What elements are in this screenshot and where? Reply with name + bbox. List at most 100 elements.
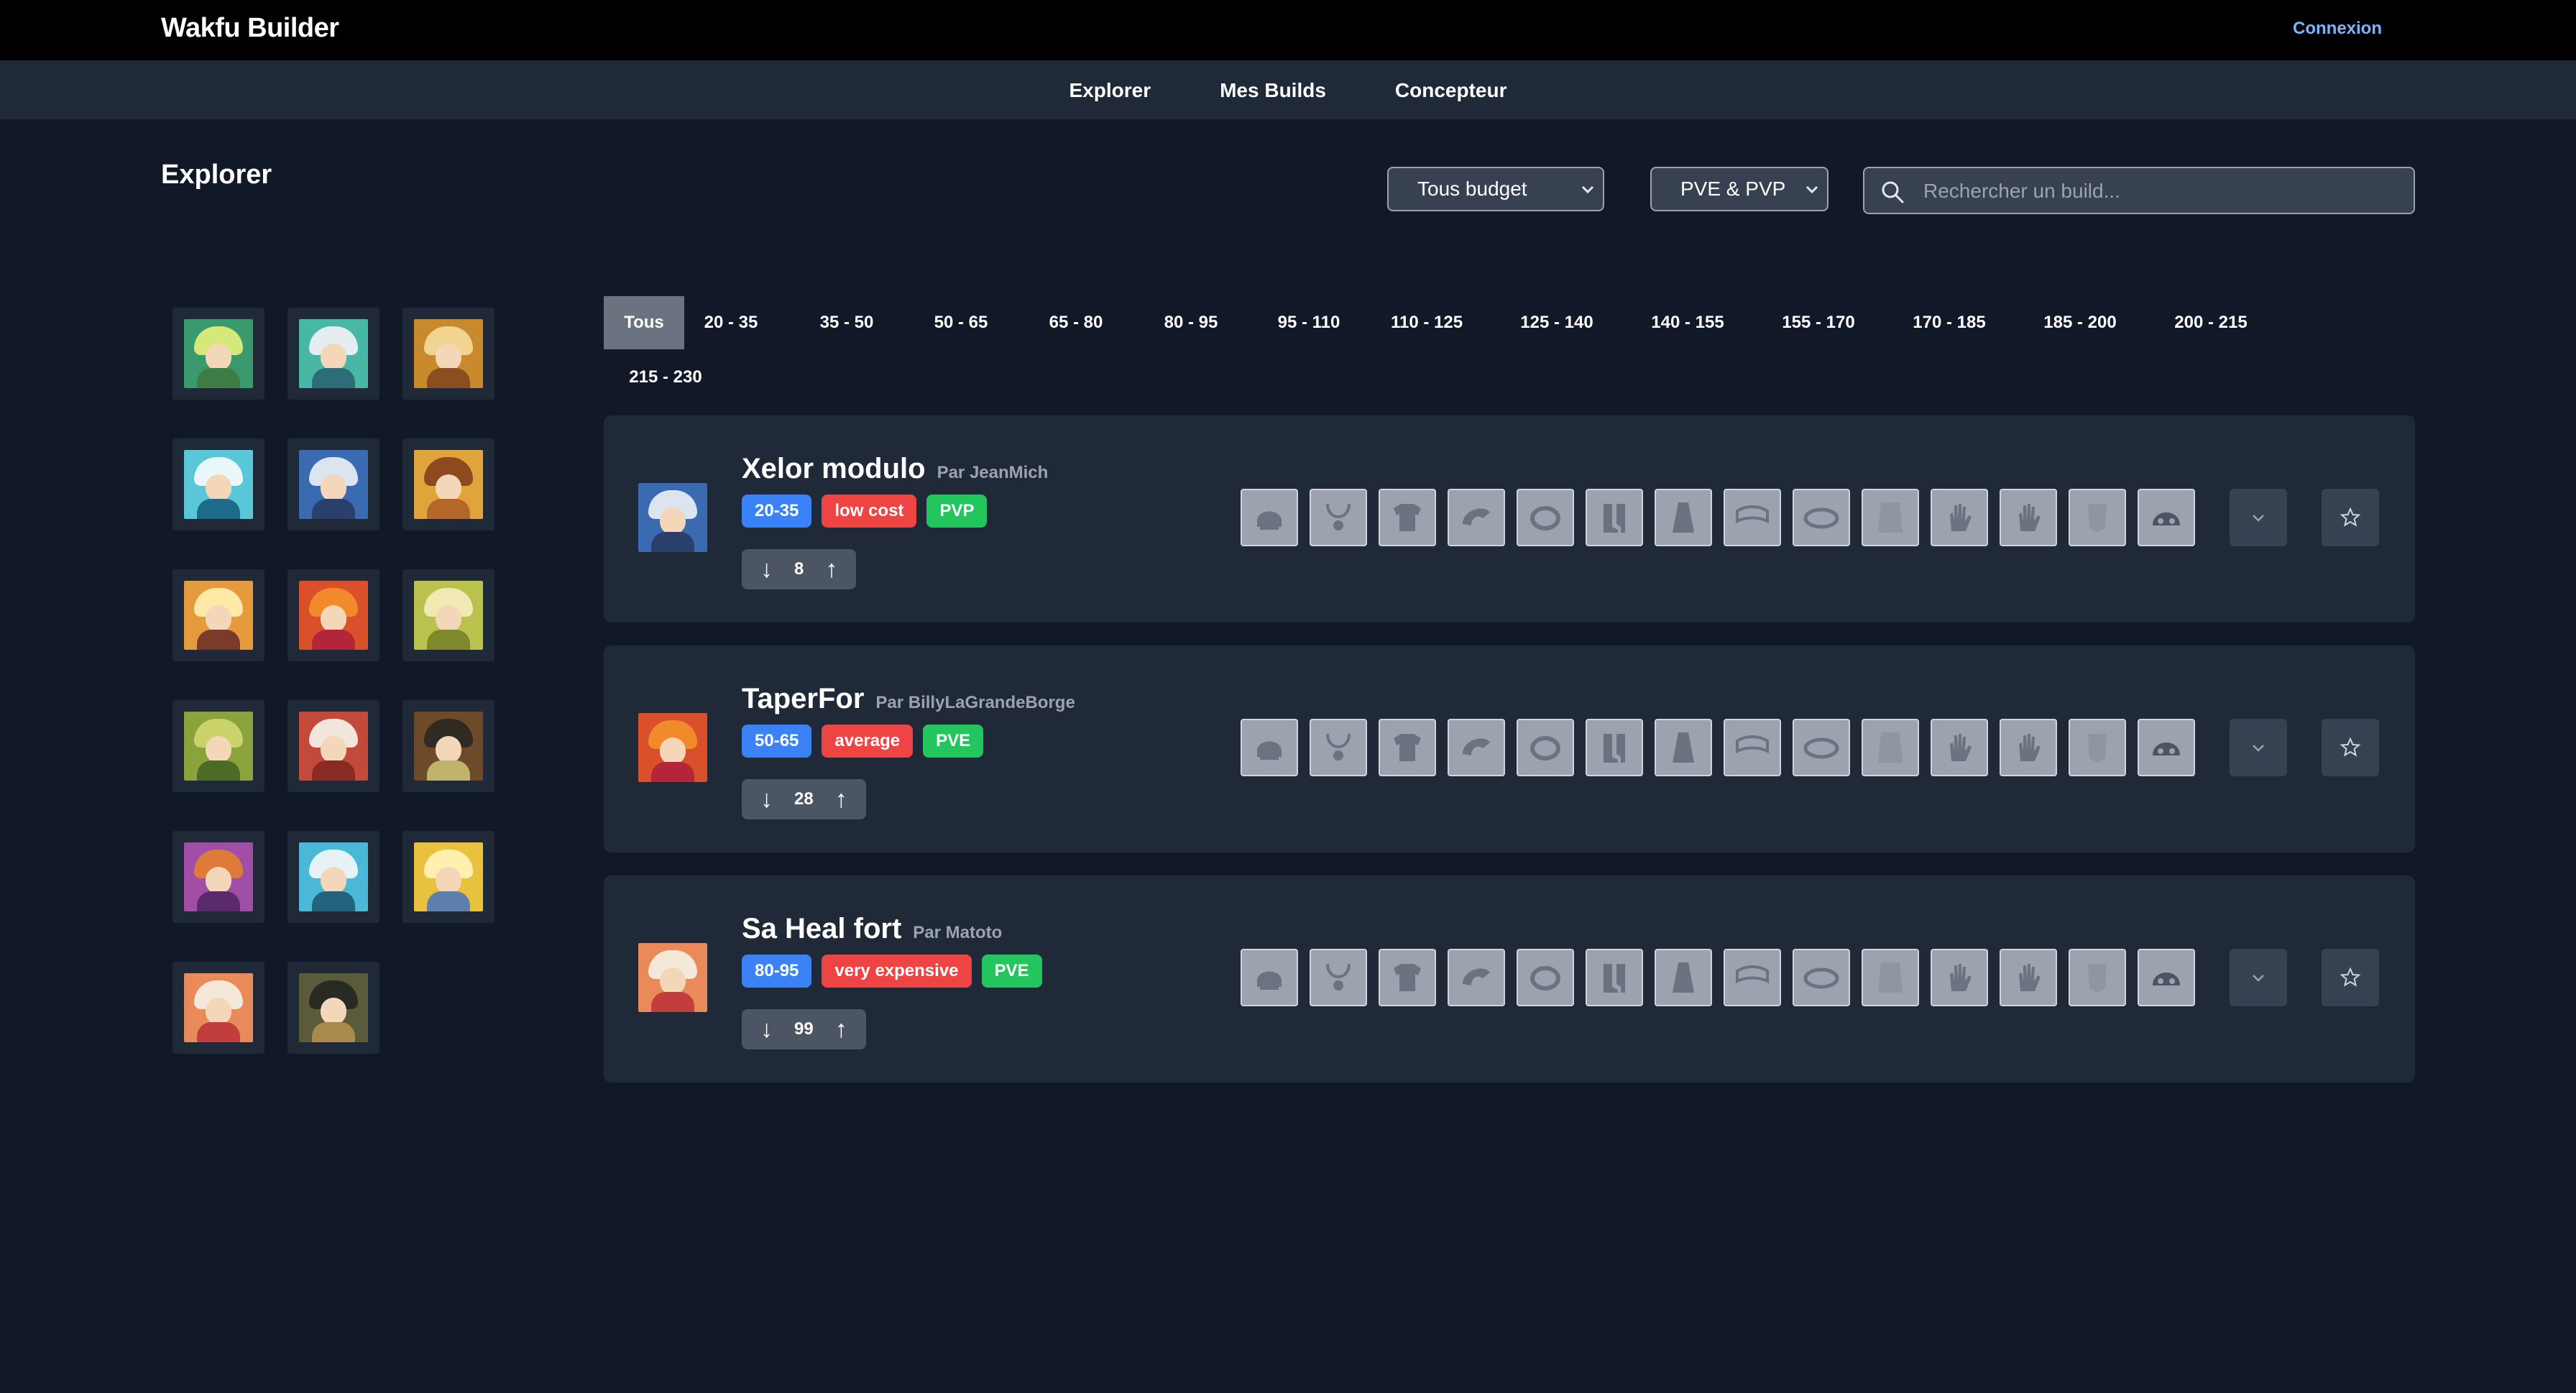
equipment-slot[interactable] [1655, 489, 1712, 546]
class-filter-3[interactable] [402, 308, 494, 400]
equipment-slot[interactable] [1724, 719, 1781, 776]
class-filter-9[interactable] [402, 569, 494, 661]
build-card[interactable]: TaperFor Par BillyLaGrandeBorge 50-65 avera… [604, 645, 2415, 852]
level-tab[interactable]: 170 - 185 [1903, 296, 1996, 349]
class-filter-13[interactable] [172, 831, 264, 923]
equipment-slot[interactable] [2000, 949, 2057, 1006]
login-link[interactable]: Connexion [2293, 19, 2382, 39]
equipment-slot[interactable] [1448, 489, 1505, 546]
level-tab[interactable]: 215 - 230 [604, 351, 727, 404]
downvote-arrow-icon[interactable]: ↓ [760, 1017, 773, 1042]
build-card[interactable]: Sa Heal fort Par Matoto 80-95 very expensiv… [604, 875, 2415, 1082]
favorite-button[interactable] [2322, 949, 2379, 1006]
equipment-slot[interactable] [2000, 489, 2057, 546]
build-name[interactable]: Sa Heal fort [742, 913, 901, 945]
equipment-slot[interactable] [1793, 949, 1850, 1006]
nav-explorer[interactable]: Explorer [1070, 79, 1151, 102]
equipment-slot[interactable] [1517, 719, 1574, 776]
equipment-slot[interactable] [2069, 489, 2126, 546]
equipment-slot[interactable] [1310, 489, 1367, 546]
level-tab[interactable]: 65 - 80 [1032, 296, 1120, 349]
equipment-slot[interactable] [1379, 719, 1436, 776]
equipment-slot[interactable] [1586, 949, 1643, 1006]
class-filter-6[interactable] [402, 438, 494, 530]
nav-my-builds[interactable]: Mes Builds [1220, 79, 1326, 102]
equipment-slot[interactable] [1517, 949, 1574, 1006]
nav-designer[interactable]: Concepteur [1395, 79, 1507, 102]
level-tab[interactable]: 125 - 140 [1510, 296, 1604, 349]
equipment-slot[interactable] [2000, 719, 2057, 776]
equipment-slot[interactable] [1793, 719, 1850, 776]
class-filter-4[interactable] [172, 438, 264, 530]
level-tab[interactable]: 35 - 50 [803, 296, 891, 349]
class-filter-8[interactable] [288, 569, 380, 661]
level-tab[interactable]: 140 - 155 [1641, 296, 1734, 349]
class-filter-17[interactable] [288, 962, 380, 1054]
equipment-slot[interactable] [1862, 489, 1919, 546]
class-filter-2[interactable] [288, 308, 380, 400]
expand-button[interactable] [2230, 719, 2287, 776]
equipment-slot[interactable] [2069, 949, 2126, 1006]
class-filter-14[interactable] [288, 831, 380, 923]
level-tab[interactable]: 185 - 200 [2033, 296, 2127, 349]
upvote-arrow-icon[interactable]: ↑ [835, 1017, 847, 1042]
equipment-slot[interactable] [1931, 489, 1988, 546]
equipment-slot[interactable] [1241, 949, 1298, 1006]
class-filter-11[interactable] [288, 700, 380, 792]
favorite-button[interactable] [2322, 719, 2379, 776]
level-tab[interactable]: 110 - 125 [1380, 296, 1473, 349]
equipment-slot[interactable] [2138, 719, 2195, 776]
equipment-slot[interactable] [1586, 489, 1643, 546]
search-input[interactable] [1922, 175, 2399, 207]
build-name[interactable]: Xelor modulo [742, 453, 926, 485]
equipment-slot[interactable] [1517, 489, 1574, 546]
upvote-arrow-icon[interactable]: ↑ [835, 787, 847, 812]
equipment-slot[interactable] [1655, 949, 1712, 1006]
equipment-slot[interactable] [1655, 719, 1712, 776]
level-tab[interactable]: Tous [604, 296, 684, 349]
equipment-slot[interactable] [1448, 949, 1505, 1006]
downvote-arrow-icon[interactable]: ↓ [760, 557, 773, 581]
equipment-slot[interactable] [2138, 949, 2195, 1006]
equipment-slot[interactable] [1931, 719, 1988, 776]
app-brand[interactable]: Wakfu Builder [161, 13, 339, 44]
equipment-slot[interactable] [1724, 949, 1781, 1006]
class-filter-12[interactable] [402, 700, 494, 792]
level-tab[interactable]: 80 - 95 [1147, 296, 1235, 349]
equipment-slot[interactable] [1793, 489, 1850, 546]
upvote-arrow-icon[interactable]: ↑ [825, 557, 837, 581]
budget-select[interactable]: Tous budget [1387, 167, 1604, 211]
equipment-slot[interactable] [1862, 719, 1919, 776]
class-filter-5[interactable] [288, 438, 380, 530]
level-tab[interactable]: 200 - 215 [2164, 296, 2258, 349]
build-card[interactable]: Xelor modulo Par JeanMich 20-35 low cost PVP… [604, 415, 2415, 622]
equipment-slot[interactable] [1448, 719, 1505, 776]
expand-button[interactable] [2230, 489, 2287, 546]
class-filter-7[interactable] [172, 569, 264, 661]
equipment-slot[interactable] [1241, 719, 1298, 776]
class-filter-16[interactable] [172, 962, 264, 1054]
equipment-slot[interactable] [1379, 489, 1436, 546]
class-filter-1[interactable] [172, 308, 264, 400]
equipment-slot[interactable] [1586, 719, 1643, 776]
class-filter-10[interactable] [172, 700, 264, 792]
level-tab[interactable]: 155 - 170 [1772, 296, 1865, 349]
equipment-slot[interactable] [2138, 489, 2195, 546]
mode-select[interactable]: PVE & PVP [1650, 167, 1828, 211]
class-filter-15[interactable] [402, 831, 494, 923]
level-tab[interactable]: 95 - 110 [1262, 296, 1356, 349]
equipment-slot[interactable] [1241, 489, 1298, 546]
build-name[interactable]: TaperFor [742, 683, 864, 715]
equipment-slot[interactable] [1931, 949, 1988, 1006]
equipment-slot[interactable] [2069, 719, 2126, 776]
equipment-slot[interactable] [1310, 949, 1367, 1006]
equipment-slot[interactable] [1379, 949, 1436, 1006]
equipment-slot[interactable] [1310, 719, 1367, 776]
level-tab[interactable]: 20 - 35 [687, 296, 775, 349]
expand-button[interactable] [2230, 949, 2287, 1006]
equipment-slot[interactable] [1724, 489, 1781, 546]
favorite-button[interactable] [2322, 489, 2379, 546]
downvote-arrow-icon[interactable]: ↓ [760, 787, 773, 812]
level-tab[interactable]: 50 - 65 [917, 296, 1005, 349]
equipment-slot[interactable] [1862, 949, 1919, 1006]
